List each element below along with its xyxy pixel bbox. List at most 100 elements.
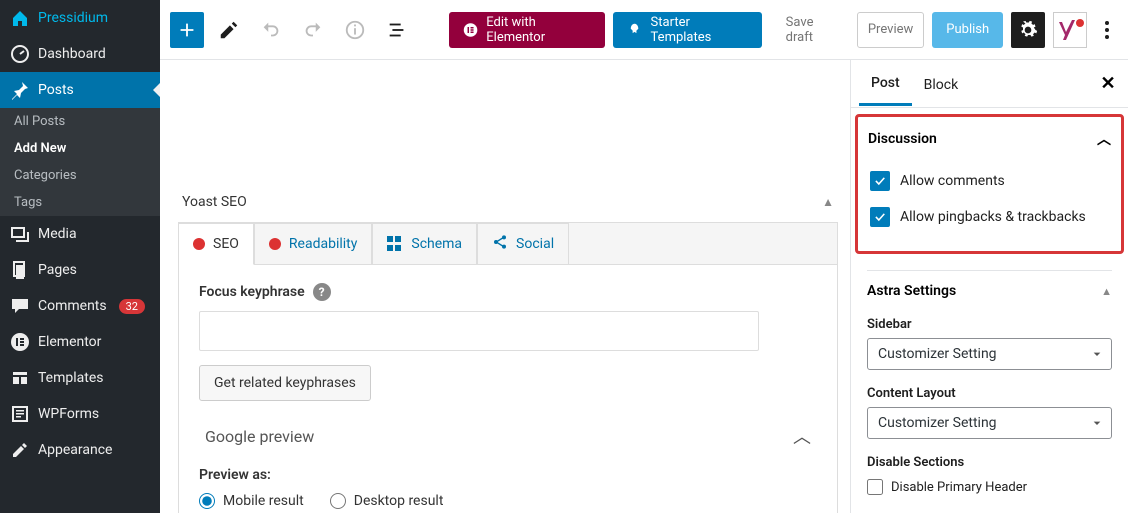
site-name[interactable]: Pressidium (0, 0, 160, 36)
tab-seo[interactable]: SEO (179, 223, 254, 265)
content-layout-select[interactable]: Customizer Setting (867, 407, 1112, 439)
caret-up-icon: ▲ (822, 195, 834, 209)
chevron-up-icon: ︿ (1097, 129, 1111, 149)
add-block-button[interactable] (170, 12, 204, 48)
dashboard-icon (10, 44, 30, 64)
menu-dashboard-label: Dashboard (38, 46, 106, 62)
settings-button[interactable] (1011, 12, 1045, 48)
menu-comments-label: Comments (38, 298, 107, 314)
radio-desktop[interactable]: Desktop result (330, 493, 444, 509)
disable-primary-header-input[interactable] (867, 479, 883, 495)
menu-appearance[interactable]: Appearance (0, 432, 160, 468)
info-button[interactable] (338, 12, 372, 48)
google-preview-toggle[interactable]: Google preview ︿ (199, 401, 817, 461)
focus-keyphrase-input[interactable] (199, 311, 759, 351)
disable-primary-header-checkbox[interactable]: Disable Primary Header (867, 476, 1112, 498)
inspector-tab-block[interactable]: Block (912, 63, 971, 105)
preview-button[interactable]: Preview (857, 12, 924, 48)
site-name-label: Pressidium (38, 10, 108, 26)
share-icon (492, 234, 508, 254)
undo-button[interactable] (254, 12, 288, 48)
save-draft-button[interactable]: Save draft (778, 12, 849, 48)
menu-pages-label: Pages (38, 262, 77, 278)
radio-mobile[interactable]: Mobile result (199, 493, 304, 509)
menu-media[interactable]: Media (0, 216, 160, 252)
submenu-add-new[interactable]: Add New (0, 135, 160, 162)
wpforms-icon (10, 404, 30, 424)
tab-seo-label: SEO (213, 236, 239, 252)
tab-schema-label: Schema (411, 236, 462, 252)
edit-button[interactable] (212, 12, 246, 48)
publish-button[interactable]: Publish (932, 12, 1003, 48)
radio-desktop-input[interactable] (330, 493, 346, 509)
yoast-panel-toggle[interactable]: Yoast SEO ▲ (178, 186, 838, 218)
yoast-panel-title: Yoast SEO (182, 194, 247, 210)
menu-wpforms[interactable]: WPForms (0, 396, 160, 432)
sidebar-select[interactable]: Customizer Setting (867, 338, 1112, 370)
menu-media-label: Media (38, 226, 77, 242)
disable-primary-header-label: Disable Primary Header (891, 480, 1027, 495)
allow-comments-checkbox[interactable]: ✓ Allow comments (868, 163, 1111, 199)
menu-elementor[interactable]: Elementor (0, 324, 160, 360)
checkmark-icon: ✓ (870, 171, 890, 191)
edit-elementor-label: Edit with Elementor (486, 15, 591, 45)
tab-readability[interactable]: Readability (254, 223, 372, 265)
menu-posts[interactable]: Posts (0, 72, 160, 108)
astra-toggle[interactable]: Astra Settings ▲ (867, 270, 1112, 311)
astra-title: Astra Settings (867, 283, 956, 299)
seo-status-icon (193, 238, 205, 250)
canvas: Yoast SEO ▲ SEO Readability Schema (160, 60, 850, 513)
caret-up-icon: ▲ (1101, 285, 1112, 298)
menu-wpforms-label: WPForms (38, 406, 99, 422)
menu-pages[interactable]: Pages (0, 252, 160, 288)
submenu-all-posts[interactable]: All Posts (0, 108, 160, 135)
radio-mobile-label: Mobile result (223, 493, 304, 509)
tab-schema[interactable]: Schema (372, 223, 477, 265)
google-preview-title: Google preview (205, 427, 314, 446)
inspector-panel: Post Block ✕ Discussion ︿ ✓ Allow commen… (850, 60, 1128, 513)
posts-submenu: All Posts Add New Categories Tags (0, 108, 160, 216)
comments-count-badge: 32 (119, 299, 145, 314)
discussion-toggle[interactable]: Discussion ︿ (868, 123, 1111, 163)
yoast-body: Focus keyphrase ? Get related keyphrases… (179, 265, 837, 513)
redo-button[interactable] (296, 12, 330, 48)
inspector-close-button[interactable]: ✕ (1096, 72, 1120, 96)
editor-toolbar: Edit with Elementor Starter Templates Sa… (160, 0, 1128, 60)
allow-pingbacks-checkbox[interactable]: ✓ Allow pingbacks & trackbacks (868, 199, 1111, 235)
edit-elementor-button[interactable]: Edit with Elementor (449, 12, 605, 48)
focus-keyphrase-label: Focus keyphrase ? (199, 283, 817, 301)
readability-status-icon (269, 238, 281, 250)
yoast-metabox: SEO Readability Schema Social (178, 222, 838, 513)
submenu-categories[interactable]: Categories (0, 162, 160, 189)
inspector-tab-post[interactable]: Post (859, 61, 912, 106)
menu-dashboard[interactable]: Dashboard (0, 36, 160, 72)
pages-icon (10, 260, 30, 280)
yoast-tabs: SEO Readability Schema Social (179, 223, 837, 265)
starter-templates-button[interactable]: Starter Templates (613, 12, 761, 48)
preview-as-label: Preview as: (199, 467, 817, 483)
radio-mobile-input[interactable] (199, 493, 215, 509)
tab-social[interactable]: Social (477, 223, 569, 265)
menu-appearance-label: Appearance (38, 442, 112, 458)
menu-elementor-label: Elementor (38, 334, 101, 350)
help-icon[interactable]: ? (313, 283, 331, 301)
sidebar-label: Sidebar (867, 317, 1112, 332)
yoast-button[interactable] (1053, 12, 1087, 48)
allow-comments-label: Allow comments (900, 173, 1005, 189)
tab-readability-label: Readability (289, 236, 357, 252)
discussion-title: Discussion (868, 131, 937, 147)
tab-social-label: Social (516, 236, 554, 252)
inspector-tabs: Post Block ✕ (851, 60, 1128, 108)
editor-body: Yoast SEO ▲ SEO Readability Schema (160, 60, 1128, 513)
focus-keyphrase-label-text: Focus keyphrase (199, 284, 305, 300)
outline-button[interactable] (380, 12, 414, 48)
menu-comments[interactable]: Comments 32 (0, 288, 160, 324)
comments-icon (10, 296, 30, 316)
menu-posts-label: Posts (38, 82, 74, 98)
submenu-tags[interactable]: Tags (0, 189, 160, 216)
related-keyphrases-button[interactable]: Get related keyphrases (199, 365, 371, 401)
menu-templates[interactable]: Templates (0, 360, 160, 396)
more-menu-button[interactable] (1095, 21, 1118, 39)
media-icon (10, 224, 30, 244)
checkmark-icon: ✓ (870, 207, 890, 227)
